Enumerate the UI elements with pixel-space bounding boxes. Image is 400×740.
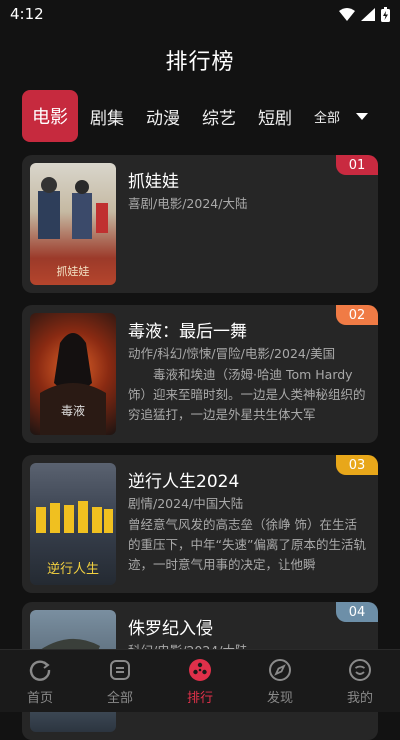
card-title: 毒液：最后一舞 <box>128 322 247 342</box>
nav-label: 排行 <box>186 690 213 706</box>
nav-label: 我的 <box>346 690 373 706</box>
tab-movie[interactable]: 电影 <box>22 90 78 142</box>
card-title: 侏罗纪入侵 <box>128 619 213 639</box>
chevron-down-icon[interactable] <box>356 112 369 120</box>
card-description: 曾经意气风发的高志垒（徐峥 饰）在生活的重压下，中年“失速”偏离了原本的生活轨迹… <box>128 517 366 572</box>
battery-icon <box>381 6 390 22</box>
rank-badge: 04 <box>336 602 378 622</box>
tab-variety[interactable]: 综艺 <box>202 104 236 129</box>
tab-anime[interactable]: 动漫 <box>146 104 180 129</box>
nav-discover[interactable]: 发现 <box>250 657 310 706</box>
card-description: 毒液和埃迪（汤姆·哈迪 Tom Hardy 饰）迎来至暗时刻。一边是人类神秘组织… <box>128 367 366 422</box>
status-bar: 4:12 <box>0 0 400 28</box>
nav-label: 全部 <box>106 690 133 706</box>
wifi-icon <box>339 7 355 21</box>
nav-home[interactable]: 首页 <box>10 657 70 706</box>
home-icon <box>29 660 51 681</box>
page-title: 排行榜 <box>165 50 235 75</box>
svg-text:逆行人生: 逆行人生 <box>47 561 99 577</box>
rank-badge: 03 <box>336 455 378 475</box>
profile-icon <box>349 658 371 681</box>
tab-series[interactable]: 剧集 <box>90 104 124 129</box>
bottom-navigation: 首页 全部 排行 发现 我的 <box>0 649 400 712</box>
status-time: 4:12 <box>10 5 44 23</box>
poster-image[interactable]: 毒液 <box>30 313 116 435</box>
svg-text:毒液: 毒液 <box>61 403 85 418</box>
status-icons <box>339 6 390 22</box>
svg-text:抓娃娃: 抓娃娃 <box>57 264 90 278</box>
signal-icon <box>361 7 375 21</box>
list-icon <box>110 659 130 680</box>
category-tabs: 电影 剧集 动漫 综艺 短剧 全部 <box>22 90 380 142</box>
card-meta: 喜剧/电影/2024/大陆 <box>128 196 248 211</box>
ranking-card[interactable]: 抓娃娃 抓娃娃 喜剧/电影/2024/大陆 01 <box>22 155 378 293</box>
ranking-card[interactable]: 毒液 毒液：最后一舞 动作/科幻/惊悚/冒险/电影/2024/美国 毒液和埃迪（… <box>22 305 378 443</box>
ranking-card[interactable]: 逆行人生 逆行人生2024 剧情/2024/中国大陆 曾经意气风发的高志垒（徐峥… <box>22 455 378 593</box>
rank-badge: 02 <box>336 305 378 325</box>
card-meta: 动作/科幻/惊悚/冒险/电影/2024/美国 <box>128 346 336 361</box>
nav-profile[interactable]: 我的 <box>330 657 390 706</box>
rank-badge: 01 <box>336 155 378 175</box>
nav-label: 首页 <box>26 690 53 706</box>
poster-image[interactable]: 逆行人生 <box>30 463 116 585</box>
card-title: 抓娃娃 <box>128 172 179 192</box>
nav-all[interactable]: 全部 <box>90 657 150 706</box>
card-title: 逆行人生2024 <box>128 472 240 492</box>
tab-short-drama[interactable]: 短剧 <box>258 104 292 129</box>
compass-icon <box>269 658 291 681</box>
nav-label: 发现 <box>266 690 293 706</box>
nav-ranking[interactable]: 排行 <box>170 657 230 706</box>
tab-all-dropdown[interactable]: 全部 <box>314 107 340 126</box>
poster-image[interactable]: 抓娃娃 <box>30 163 116 285</box>
card-meta: 剧情/2024/中国大陆 <box>128 496 244 511</box>
ranking-icon <box>189 658 211 681</box>
